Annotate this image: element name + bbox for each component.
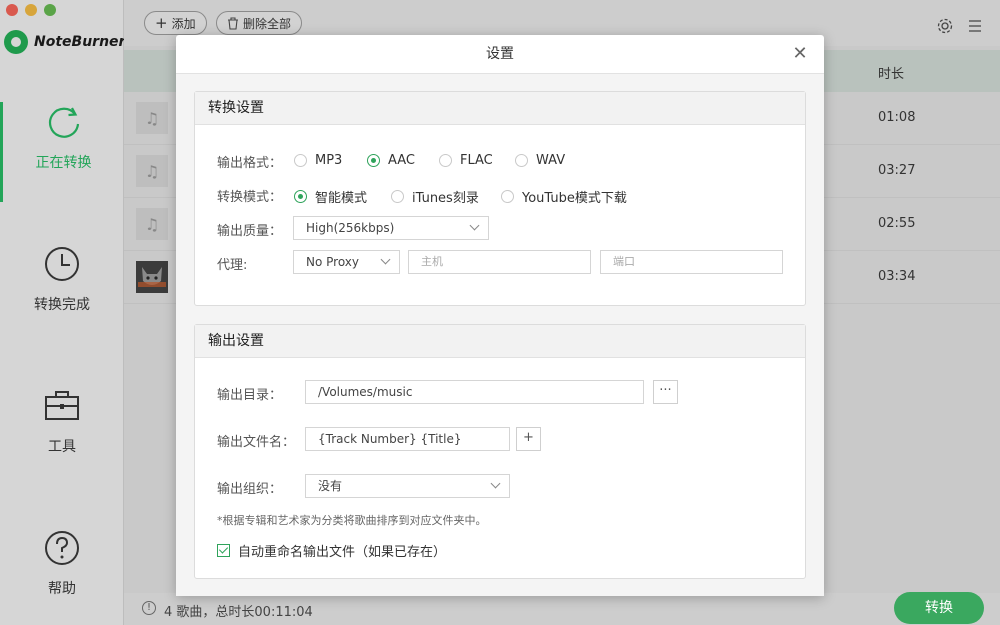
info-icon: !	[142, 601, 156, 615]
mode-radio-youtube[interactable]: YouTube模式下载	[501, 187, 627, 206]
nav-item-converting[interactable]: 正在转换	[0, 102, 124, 202]
track-duration: 01:08	[878, 110, 916, 125]
refresh-icon	[48, 107, 79, 138]
plus-icon: +	[155, 14, 168, 32]
nav-item-tools[interactable]: 工具	[0, 386, 124, 486]
output-format-label: 输出格式：	[217, 156, 283, 171]
help-icon	[45, 531, 79, 565]
nav-item-help[interactable]: 帮助	[0, 528, 124, 625]
close-window-button[interactable]	[6, 4, 18, 16]
music-note-icon: ♫	[136, 208, 168, 240]
organize-select[interactable]: 没有	[305, 474, 510, 498]
convert-button[interactable]: 转换	[894, 592, 984, 624]
format-label-aac: AAC	[388, 153, 415, 168]
nav-label-converted: 转换完成	[34, 297, 90, 313]
mode-label-youtube: YouTube模式下载	[522, 191, 627, 206]
music-note-icon: ♫	[136, 102, 168, 134]
format-radio-mp3[interactable]: MP3	[294, 153, 342, 168]
window-controls	[6, 4, 56, 16]
status-summary: 4 歌曲，总时长00:11:04	[164, 605, 313, 620]
nav-label-help: 帮助	[48, 581, 76, 597]
chevron-down-icon	[490, 478, 501, 489]
toolbox-icon	[45, 391, 79, 420]
status-bar: ! 4 歌曲，总时长00:11:04	[124, 593, 1000, 625]
track-duration: 02:55	[878, 216, 916, 231]
chevron-down-icon	[469, 220, 480, 231]
mode-label-itunes: iTunes刻录	[412, 191, 479, 206]
brand: NoteBurner	[4, 30, 125, 54]
nav-label-converting: 正在转换	[35, 155, 92, 171]
checkbox-check-icon	[217, 544, 230, 557]
quality-value: High(256kbps)	[306, 221, 395, 235]
format-label-wav: WAV	[536, 153, 566, 168]
zoom-window-button[interactable]	[44, 4, 56, 16]
radio-dot	[515, 154, 528, 167]
add-filename-tag-button[interactable]: +	[516, 427, 541, 451]
close-icon[interactable]: ✕	[790, 44, 810, 64]
nav-label-tools: 工具	[48, 439, 76, 455]
auto-rename-checkbox[interactable]: 自动重命名输出文件（如果已存在）	[217, 541, 446, 560]
auto-rename-label: 自动重命名输出文件（如果已存在）	[238, 545, 447, 560]
gear-icon[interactable]	[936, 17, 954, 35]
menu-icon[interactable]	[966, 17, 984, 35]
delete-all-button-label: 删除全部	[243, 16, 292, 31]
radio-dot	[294, 154, 307, 167]
output-dir-label: 输出目录：	[217, 388, 283, 403]
format-label-flac: FLAC	[460, 153, 493, 168]
proxy-label: 代理:	[217, 258, 248, 273]
conversion-settings-panel: 转换设置 输出格式： MP3 AAC FLAC WAV 转换模式： 智能模式 i…	[194, 91, 806, 306]
add-button-label: 添加	[171, 16, 196, 31]
track-duration: 03:27	[878, 163, 916, 178]
output-filename-input[interactable]: {Track Number} {Title}	[305, 427, 510, 451]
radio-dot	[501, 190, 514, 203]
proxy-value: No Proxy	[306, 255, 360, 269]
album-art	[136, 261, 168, 293]
minimize-window-button[interactable]	[25, 4, 37, 16]
duration-column-header: 时长	[878, 67, 905, 82]
conversion-settings-title: 转换设置	[195, 92, 805, 125]
radio-dot	[439, 154, 452, 167]
proxy-host-input[interactable]: 主机	[408, 250, 591, 274]
format-radio-aac[interactable]: AAC	[367, 153, 415, 168]
format-radio-wav[interactable]: WAV	[515, 153, 565, 168]
brand-logo-icon	[4, 30, 28, 54]
track-duration: 03:34	[878, 269, 916, 284]
browse-folder-button[interactable]: ···	[653, 380, 678, 404]
proxy-port-input[interactable]: 端口	[600, 250, 783, 274]
proxy-select[interactable]: No Proxy	[293, 250, 400, 274]
output-settings-title: 输出设置	[195, 325, 805, 358]
music-note-icon: ♫	[136, 155, 168, 187]
radio-dot	[367, 154, 380, 167]
nav-item-converted[interactable]: 转换完成	[0, 244, 124, 344]
output-filename-label: 输出文件名：	[217, 435, 296, 450]
format-radio-flac[interactable]: FLAC	[439, 153, 493, 168]
dialog-title: 设置	[486, 46, 514, 62]
output-quality-label: 输出质量：	[217, 224, 283, 239]
trash-icon	[228, 16, 238, 30]
output-dir-input[interactable]: /Volumes/music	[305, 380, 644, 404]
mode-label-smart: 智能模式	[315, 191, 368, 206]
output-organize-label: 输出组织：	[217, 482, 283, 497]
dialog-body: 转换设置 输出格式： MP3 AAC FLAC WAV 转换模式： 智能模式 i…	[176, 73, 824, 596]
clock-icon	[45, 247, 79, 281]
add-button[interactable]: + 添加	[144, 11, 207, 35]
mode-radio-itunes[interactable]: iTunes刻录	[391, 187, 479, 206]
radio-dot	[294, 190, 307, 203]
chevron-down-icon	[380, 254, 391, 265]
organize-value: 没有	[318, 479, 343, 493]
output-settings-panel: 输出设置 输出目录： /Volumes/music ··· 输出文件名： {Tr…	[194, 324, 806, 579]
delete-all-button[interactable]: 删除全部	[216, 11, 303, 35]
sidebar: NoteBurner 正在转换 转换完成 工具 帮助	[0, 0, 125, 625]
album-art-image	[136, 261, 168, 293]
conversion-mode-label: 转换模式：	[217, 190, 283, 205]
mode-radio-smart[interactable]: 智能模式	[294, 187, 367, 206]
quality-select[interactable]: High(256kbps)	[293, 216, 489, 240]
radio-dot	[391, 190, 404, 203]
settings-dialog: 设置 ✕ 转换设置 输出格式： MP3 AAC FLAC WAV 转换模式： 智…	[176, 35, 824, 596]
format-label-mp3: MP3	[315, 153, 343, 168]
brand-name: NoteBurner	[34, 34, 126, 50]
organize-note: *根据专辑和艺术家为分类将歌曲排序到对应文件夹中。	[217, 514, 487, 527]
